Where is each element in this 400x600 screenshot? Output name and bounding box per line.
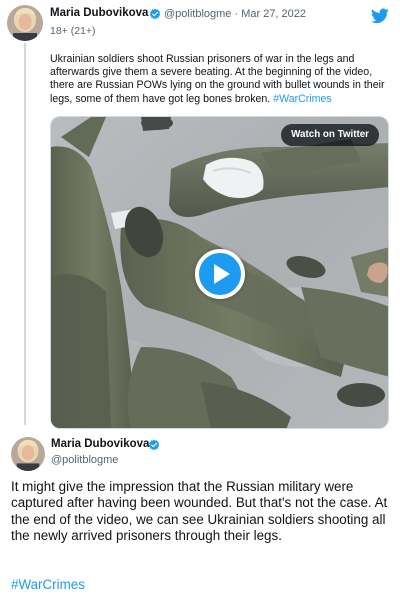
tweet-body: Ukrainian soldiers shoot Russian prisone… (50, 53, 385, 105)
tweet-text: Ukrainian soldiers shoot Russian prisone… (50, 53, 385, 106)
twitter-bird-icon[interactable] (371, 8, 389, 24)
tweet-text: It might give the impression that the Ru… (11, 479, 388, 544)
hashtag-link[interactable]: #WarCrimes (273, 93, 331, 105)
handle[interactable]: @politblogme (51, 454, 118, 466)
age-restriction-label: 18+ (21+) (50, 25, 96, 37)
verified-badge-icon (148, 439, 160, 451)
display-name[interactable]: Maria Dubovikova (51, 438, 149, 450)
embedded-tweet-2: Maria Dubovikova @politblogme It might g… (0, 432, 400, 600)
reply-thread-line (24, 43, 26, 425)
handle-and-date[interactable]: @politblogme · Mar 27, 2022 (164, 8, 306, 20)
embedded-tweet-1: Maria Dubovikova @politblogme · Mar 27, … (0, 0, 400, 432)
play-icon (214, 264, 230, 284)
avatar[interactable] (11, 437, 45, 471)
video-thumbnail[interactable]: Watch on Twitter (50, 116, 389, 429)
avatar[interactable] (7, 5, 43, 41)
display-name[interactable]: Maria Dubovikova (50, 7, 148, 19)
verified-badge-icon (149, 8, 161, 20)
hashtag-link[interactable]: #WarCrimes (11, 577, 85, 592)
watch-on-twitter-button[interactable]: Watch on Twitter (281, 124, 379, 146)
play-button[interactable] (195, 249, 245, 299)
